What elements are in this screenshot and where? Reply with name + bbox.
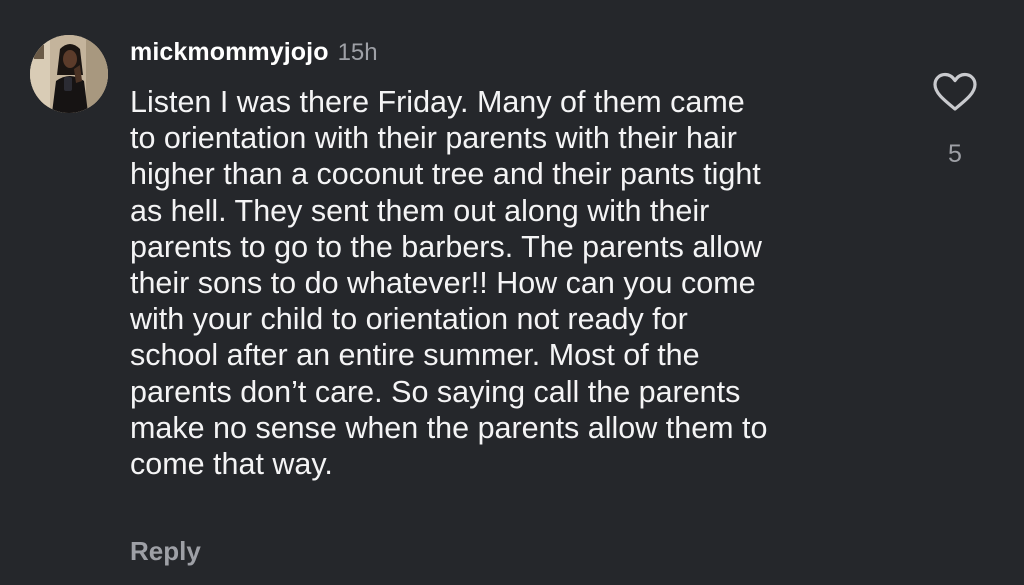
comment-text-line: with your child to orientation not ready… xyxy=(130,302,688,337)
comment-text-line: Listen I was there Friday. Many of them … xyxy=(130,85,745,119)
comment-text-line: come that way. xyxy=(130,447,333,482)
username[interactable]: mickmommyjojo xyxy=(130,38,329,67)
avatar[interactable] xyxy=(30,35,108,113)
comment-text-line: school after an entire summer. Most of t… xyxy=(130,338,700,373)
comment-text-line: as hell. They sent them out along with t… xyxy=(130,193,710,228)
comment-text-line: to orientation with their parents with t… xyxy=(130,121,737,156)
like-button[interactable] xyxy=(932,72,978,112)
comment-text-line: parents don’t care. So saying call the p… xyxy=(130,374,741,409)
reply-button[interactable]: Reply xyxy=(130,536,201,567)
heart-outline-icon xyxy=(933,72,977,111)
comment-text-line: parents to go to the barbers. The parent… xyxy=(130,229,762,264)
comment-header: mickmommyjojo 15h xyxy=(130,38,378,68)
comment-text: Listen I was there Friday. Many of them … xyxy=(130,84,900,482)
timestamp: 15h xyxy=(337,39,378,66)
comment-text-line: higher than a coconut tree and their pan… xyxy=(130,157,761,192)
comment-text-line: make no sense when the parents allow the… xyxy=(130,410,768,445)
like-count: 5 xyxy=(948,140,962,168)
comment-text-line: their sons to do whatever!! How can you … xyxy=(130,266,756,301)
avatar-image xyxy=(30,35,108,113)
comment: mickmommyjojo 15h Listen I was there Fri… xyxy=(0,0,1024,585)
